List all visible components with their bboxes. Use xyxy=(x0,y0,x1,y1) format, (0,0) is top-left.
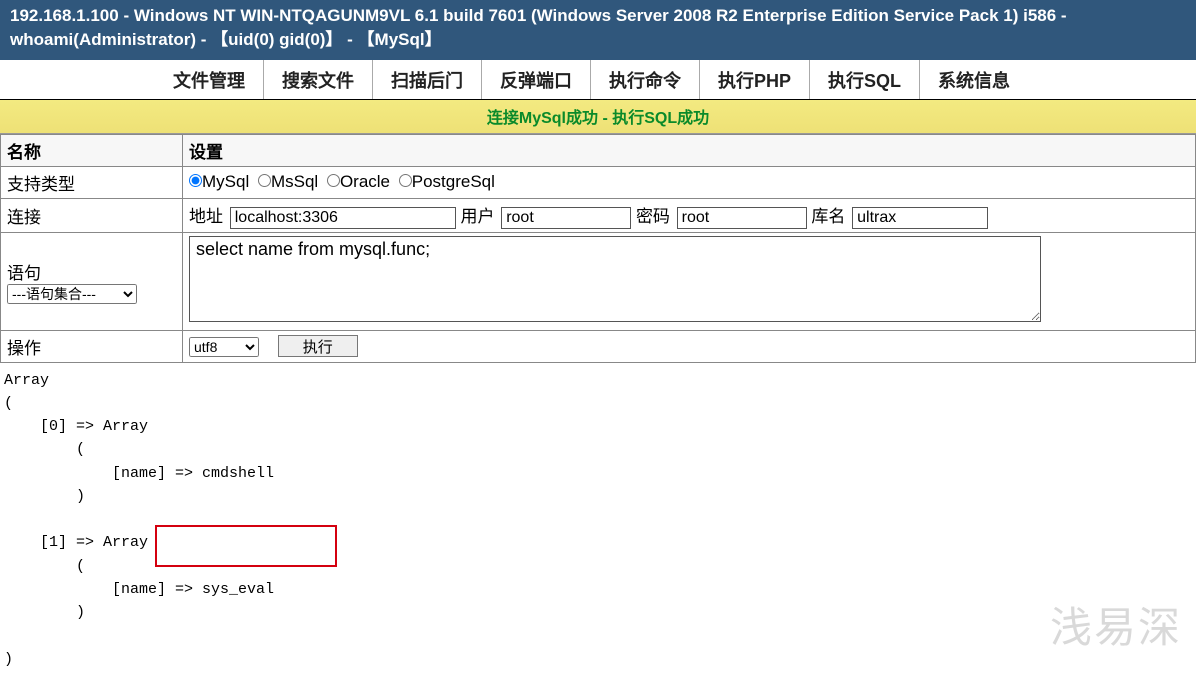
row-label-action: 操作 xyxy=(1,330,183,362)
dbtype-postgresql-label: PostgreSql xyxy=(412,172,495,191)
tab-sysinfo[interactable]: 系统信息 xyxy=(920,60,1029,99)
tab-reverse-port[interactable]: 反弹端口 xyxy=(482,60,591,99)
db-input[interactable] xyxy=(852,207,988,229)
settings-table: 名称 设置 支持类型 MySql MsSql Oracle PostgreSql… xyxy=(0,134,1196,363)
action-cell: utf8 执行 xyxy=(183,330,1196,362)
dbtype-oracle-label: Oracle xyxy=(340,172,390,191)
window-title-text: 192.168.1.100 - Windows NT WIN-NTQAGUNM9… xyxy=(10,6,1067,49)
row-label-stmt: 语句 ---语句集合--- xyxy=(1,232,183,330)
dbtype-mssql[interactable]: MsSql xyxy=(258,172,318,191)
conn-cell: 地址 用户 密码 库名 xyxy=(183,198,1196,232)
dbtype-oracle-radio[interactable] xyxy=(327,174,340,187)
tab-exec-cmd[interactable]: 执行命令 xyxy=(591,60,700,99)
tabs-spacer xyxy=(0,60,155,99)
status-text: 连接MySql成功 - 执行SQL成功 xyxy=(487,110,709,127)
sql-textarea[interactable] xyxy=(189,236,1041,322)
addr-input[interactable] xyxy=(230,207,456,229)
dbtype-cell: MySql MsSql Oracle PostgreSql xyxy=(183,166,1196,198)
header-setting: 设置 xyxy=(183,134,1196,166)
window-title-bar: 192.168.1.100 - Windows NT WIN-NTQAGUNM9… xyxy=(0,0,1196,60)
row-label-stmt-text: 语句 xyxy=(7,259,176,284)
output-text: Array ( [0] => Array ( [name] => cmdshel… xyxy=(0,363,1196,677)
dbtype-mssql-radio[interactable] xyxy=(258,174,271,187)
header-name: 名称 xyxy=(1,134,183,166)
dbtype-mysql-radio[interactable] xyxy=(189,174,202,187)
tab-scan-backdoor[interactable]: 扫描后门 xyxy=(373,60,482,99)
tabs-bar: 文件管理 搜索文件 扫描后门 反弹端口 执行命令 执行PHP 执行SQL 系统信… xyxy=(0,60,1196,100)
dbtype-mysql[interactable]: MySql xyxy=(189,172,249,191)
stmt-set-select[interactable]: ---语句集合--- xyxy=(7,284,137,304)
dbtype-mysql-label: MySql xyxy=(202,172,249,191)
tab-exec-php[interactable]: 执行PHP xyxy=(700,60,810,99)
dbtype-mssql-label: MsSql xyxy=(271,172,318,191)
db-label: 库名 xyxy=(811,207,845,226)
dbtype-postgresql-radio[interactable] xyxy=(399,174,412,187)
row-label-dbtype: 支持类型 xyxy=(1,166,183,198)
tab-file-manager[interactable]: 文件管理 xyxy=(155,60,264,99)
status-bar: 连接MySql成功 - 执行SQL成功 xyxy=(0,100,1196,134)
dbtype-postgresql[interactable]: PostgreSql xyxy=(399,172,495,191)
tab-search-files[interactable]: 搜索文件 xyxy=(264,60,373,99)
output-area: Array ( [0] => Array ( [name] => cmdshel… xyxy=(0,363,1196,677)
user-label: 用户 xyxy=(460,207,494,226)
pass-input[interactable] xyxy=(677,207,807,229)
stmt-cell xyxy=(183,232,1196,330)
row-label-conn: 连接 xyxy=(1,198,183,232)
addr-label: 地址 xyxy=(189,207,223,226)
tab-exec-sql[interactable]: 执行SQL xyxy=(810,60,920,99)
pass-label: 密码 xyxy=(636,207,670,226)
encoding-select[interactable]: utf8 xyxy=(189,337,259,357)
user-input[interactable] xyxy=(501,207,631,229)
dbtype-oracle[interactable]: Oracle xyxy=(327,172,390,191)
execute-button[interactable]: 执行 xyxy=(278,335,358,357)
